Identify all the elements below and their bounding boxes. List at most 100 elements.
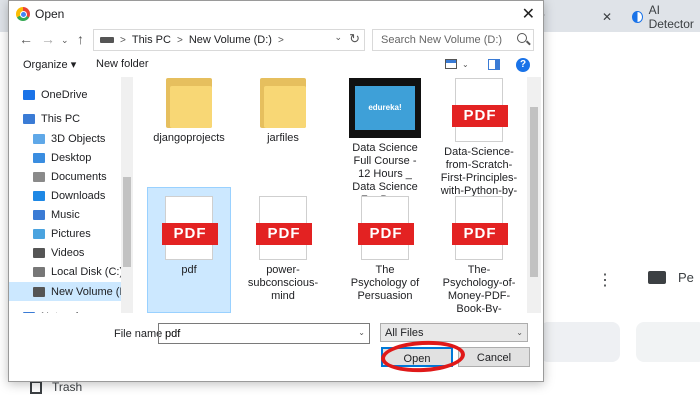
- drive-icon: [100, 37, 114, 43]
- dialog-titlebar[interactable]: Open ✕: [9, 1, 543, 27]
- preview-pane-icon[interactable]: [488, 59, 500, 70]
- cloud-icon: [23, 89, 35, 100]
- desktop-icon: [33, 152, 45, 163]
- breadcrumb-new-volume[interactable]: New Volume (D:): [189, 34, 272, 46]
- pdf-badge: PDF: [162, 223, 218, 245]
- file-name: The Psychology of Persuasion: [350, 264, 420, 302]
- file-name: jarfiles: [267, 132, 299, 144]
- chevron-right-icon[interactable]: >: [278, 35, 284, 46]
- nav-item-label: Documents: [51, 170, 107, 183]
- trash-label: Trash: [52, 380, 83, 394]
- trash-item[interactable]: Trash: [30, 380, 82, 394]
- file-name-combobox[interactable]: ⌄: [158, 323, 370, 344]
- dialog-title: Open: [35, 7, 65, 21]
- nav-item-label: Network: [41, 311, 81, 314]
- nav-item-this-pc[interactable]: This PC: [9, 109, 121, 128]
- help-icon[interactable]: ?: [516, 58, 530, 72]
- command-bar: Organize ▾ New folder ⌄ ?: [9, 53, 543, 77]
- pdf-file-item[interactable]: PDF The Psychology of Persuasion: [343, 187, 427, 313]
- address-dropdown-icon[interactable]: ⌄: [334, 32, 342, 43]
- navigation-pane-scrollbar[interactable]: [121, 77, 133, 313]
- folder-file-item[interactable]: djangoprojects: [147, 77, 231, 183]
- file-type-select[interactable]: All Files ⌄: [380, 323, 528, 342]
- nav-item-pictures[interactable]: Pictures: [9, 224, 121, 243]
- video-thumbnail-icon: edureka!: [349, 78, 421, 138]
- nav-item-documents[interactable]: Documents: [9, 167, 121, 186]
- up-button[interactable]: ↑: [77, 31, 84, 47]
- drive-icon: [33, 286, 45, 297]
- nav-item-label: Videos: [51, 246, 85, 259]
- browser-tab-ai-detector[interactable]: AI Detector: [632, 3, 700, 31]
- search-box[interactable]: [372, 29, 534, 51]
- close-button[interactable]: ✕: [522, 4, 535, 24]
- trash-icon: [30, 380, 42, 394]
- search-input[interactable]: [379, 33, 517, 47]
- nav-item-videos[interactable]: Videos: [9, 243, 121, 262]
- nav-item-new-volume-d[interactable]: New Volume (D:): [9, 282, 121, 301]
- background-folder-label: Pe: [678, 270, 694, 285]
- scrollbar-thumb[interactable]: [530, 107, 538, 277]
- breadcrumb-this-pc[interactable]: This PC: [132, 34, 171, 46]
- nav-item-onedrive[interactable]: OneDrive: [9, 85, 121, 104]
- video-thumbnail-text: edureka!: [355, 86, 415, 130]
- folder-icon: [648, 271, 666, 284]
- nav-item-label: Pictures: [51, 227, 91, 240]
- pdf-icon: PDF: [162, 196, 218, 260]
- open-file-dialog: Open ✕ ← → ⌄ ↑ > This PC > New Volume (D…: [8, 0, 544, 382]
- change-view-icon[interactable]: [445, 59, 457, 69]
- cube-icon: [33, 133, 45, 144]
- nav-item-label: This PC: [41, 112, 81, 125]
- pdf-file-item[interactable]: PDF The-Psychology-of-Money-PDF-Book-By-M…: [437, 187, 521, 313]
- organize-button[interactable]: Organize ▾: [23, 58, 76, 71]
- more-options-icon[interactable]: ⋮: [597, 270, 613, 290]
- nav-item-3d-objects[interactable]: 3D Objects: [9, 129, 121, 148]
- nav-item-label: Desktop: [51, 151, 92, 164]
- file-name-input[interactable]: [163, 326, 357, 341]
- chevron-down-icon[interactable]: ⌄: [358, 328, 365, 337]
- background-card[interactable]: [540, 322, 620, 362]
- nav-item-label: Music: [51, 208, 80, 221]
- recent-locations-dropdown[interactable]: ⌄: [61, 35, 69, 46]
- file-name: power-subconscious-mind: [247, 264, 319, 302]
- nav-item-music[interactable]: Music: [9, 205, 121, 224]
- nav-item-network[interactable]: Network: [9, 307, 121, 313]
- chevron-down-icon[interactable]: ⌄: [516, 328, 523, 337]
- video-file-item[interactable]: edureka! Data Science Full Course - 12 Ho…: [343, 77, 427, 206]
- nav-item-label: Local Disk (C:): [51, 265, 121, 278]
- forward-button[interactable]: →: [41, 31, 55, 47]
- chevron-right-icon[interactable]: >: [177, 35, 183, 46]
- nav-item-local-disk-c[interactable]: Local Disk (C:): [9, 262, 121, 281]
- chrome-logo-icon: [16, 7, 30, 21]
- pdf-file-item[interactable]: PDF Data-Science-from-Scratch-First-Princ…: [437, 77, 521, 210]
- view-dropdown-icon[interactable]: ⌄: [462, 60, 469, 69]
- download-icon: [33, 190, 45, 201]
- browser-tab-close-icon[interactable]: ✕: [602, 4, 612, 30]
- cancel-button[interactable]: Cancel: [458, 347, 530, 367]
- navigation-pane: OneDrive This PC 3D Objects Desktop Document…: [9, 77, 121, 313]
- back-button[interactable]: ←: [19, 31, 33, 47]
- nav-item-label: New Volume (D:): [51, 285, 121, 298]
- scrollbar-thumb[interactable]: [123, 177, 131, 267]
- refresh-button[interactable]: ↻: [349, 31, 360, 47]
- nav-item-label: OneDrive: [41, 88, 88, 101]
- background-folder-card[interactable]: [636, 322, 700, 362]
- folder-icon: [166, 78, 212, 128]
- network-icon: [23, 311, 35, 313]
- pdf-icon: PDF: [256, 196, 312, 260]
- pdf-icon: PDF: [452, 196, 508, 260]
- new-folder-button[interactable]: New folder: [96, 58, 149, 70]
- tab-label: AI Detector: [648, 3, 694, 31]
- pdf-file-item[interactable]: PDF power-subconscious-mind: [241, 187, 325, 313]
- red-circle-annotation: [380, 338, 466, 375]
- pdf-badge: PDF: [452, 223, 508, 245]
- pdf-file-item[interactable]: PDF pdf: [147, 187, 231, 313]
- nav-item-desktop[interactable]: Desktop: [9, 148, 121, 167]
- search-icon[interactable]: [517, 33, 527, 43]
- tab-favicon-icon: [632, 11, 643, 23]
- address-bar[interactable]: > This PC > New Volume (D:) > ⌄ ↻: [93, 29, 365, 51]
- folder-file-item[interactable]: jarfiles: [241, 77, 325, 183]
- nav-item-downloads[interactable]: Downloads: [9, 186, 121, 205]
- document-icon: [33, 171, 45, 182]
- chevron-right-icon[interactable]: >: [120, 35, 126, 46]
- file-list-scrollbar[interactable]: [527, 77, 541, 313]
